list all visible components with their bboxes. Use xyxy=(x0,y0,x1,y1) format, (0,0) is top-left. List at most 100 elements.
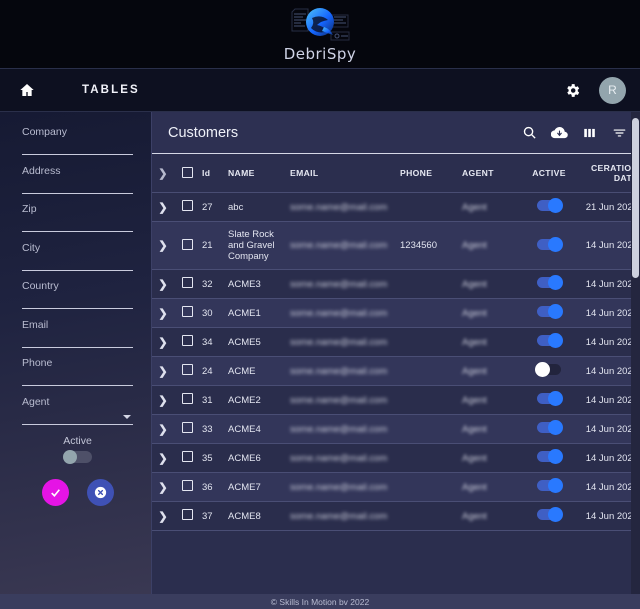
row-checkbox[interactable] xyxy=(174,269,200,299)
row-active-toggle[interactable] xyxy=(537,275,563,290)
chevron-right-icon[interactable]: ❯ xyxy=(158,394,167,407)
row-checkbox[interactable] xyxy=(174,385,200,415)
confirm-button[interactable] xyxy=(41,478,69,506)
row-select-checkbox[interactable] xyxy=(181,480,193,491)
table-row[interactable]: ❯ 31 ACME2 some.name@mail.com Agent 14 Jun 20… xyxy=(152,385,640,415)
row-active-toggle[interactable] xyxy=(537,236,563,252)
cell-active[interactable] xyxy=(524,385,574,415)
cell-active[interactable] xyxy=(524,443,574,473)
row-select-checkbox[interactable] xyxy=(181,364,193,375)
table-scroll-area[interactable]: ❯ Id NAME EMAIL PHONE AGENT ACTIVE CERAT… xyxy=(152,154,640,609)
table-row[interactable]: ❯ 34 ACME5 some.name@mail.com Agent 14 Jun 20… xyxy=(152,327,640,357)
home-icon[interactable] xyxy=(14,77,40,103)
row-checkbox[interactable] xyxy=(174,443,200,473)
agent-select[interactable] xyxy=(22,408,133,425)
vertical-scrollbar[interactable] xyxy=(631,112,640,609)
chevron-right-icon[interactable]: ❯ xyxy=(158,239,167,252)
chevron-right-icon[interactable]: ❯ xyxy=(158,510,167,523)
table-row[interactable]: ❯ 35 ACME6 some.name@mail.com Agent 14 Jun 20… xyxy=(152,443,640,473)
row-active-toggle[interactable] xyxy=(537,449,563,464)
header-name[interactable]: NAME xyxy=(226,154,288,193)
cell-active[interactable] xyxy=(524,221,574,270)
cell-active[interactable] xyxy=(524,414,574,444)
table-row[interactable]: ❯ 32 ACME3 some.name@mail.com Agent 14 Jun 20… xyxy=(152,269,640,299)
email-input[interactable] xyxy=(22,331,133,348)
row-active-toggle[interactable] xyxy=(537,478,563,493)
cell-active[interactable] xyxy=(524,501,574,531)
chevron-right-icon[interactable]: ❯ xyxy=(158,278,167,291)
row-active-toggle[interactable] xyxy=(537,198,563,213)
cell-active[interactable] xyxy=(524,298,574,328)
chevron-right-icon[interactable]: ❯ xyxy=(158,336,167,349)
table-row[interactable]: ❯ 21 Slate Rock and Gravel Company some.nam… xyxy=(152,221,640,270)
chevron-right-icon[interactable]: ❯ xyxy=(158,167,168,180)
cell-active[interactable] xyxy=(524,472,574,502)
row-expand-button[interactable]: ❯ xyxy=(152,192,174,222)
row-select-checkbox[interactable] xyxy=(181,306,193,317)
row-select-checkbox[interactable] xyxy=(181,277,193,288)
row-active-toggle[interactable] xyxy=(537,420,563,435)
active-toggle[interactable] xyxy=(62,449,92,464)
row-expand-button[interactable]: ❯ xyxy=(152,269,174,299)
row-checkbox[interactable] xyxy=(174,192,200,222)
row-expand-button[interactable]: ❯ xyxy=(152,327,174,357)
row-select-checkbox[interactable] xyxy=(181,509,193,520)
table-row[interactable]: ❯ 36 ACME7 some.name@mail.com Agent 14 Jun 20… xyxy=(152,472,640,502)
header-active[interactable]: ACTIVE xyxy=(524,154,574,193)
table-row[interactable]: ❯ 27 abc some.name@mail.com Agent 21 Jun 2022 xyxy=(152,192,640,222)
view-columns-icon[interactable] xyxy=(581,124,598,141)
row-select-checkbox[interactable] xyxy=(181,238,193,250)
chevron-right-icon[interactable]: ❯ xyxy=(158,481,167,494)
header-phone[interactable]: PHONE xyxy=(398,154,460,193)
row-active-toggle[interactable] xyxy=(537,304,563,319)
row-expand-button[interactable]: ❯ xyxy=(152,221,174,270)
row-select-checkbox[interactable] xyxy=(181,200,193,211)
row-checkbox[interactable] xyxy=(174,298,200,328)
cell-active[interactable] xyxy=(524,356,574,386)
header-agent[interactable]: AGENT xyxy=(460,154,524,193)
row-checkbox[interactable] xyxy=(174,501,200,531)
row-active-toggle[interactable] xyxy=(537,391,563,406)
city-input[interactable] xyxy=(22,254,133,271)
table-row[interactable]: ❯ 30 ACME1 some.name@mail.com Agent 14 Jun 20… xyxy=(152,298,640,328)
row-checkbox[interactable] xyxy=(174,414,200,444)
chevron-right-icon[interactable]: ❯ xyxy=(158,365,167,378)
row-expand-button[interactable]: ❯ xyxy=(152,472,174,502)
search-icon[interactable] xyxy=(521,124,538,141)
address-input[interactable] xyxy=(22,177,133,194)
chevron-right-icon[interactable]: ❯ xyxy=(158,201,167,214)
cell-active[interactable] xyxy=(524,269,574,299)
row-select-checkbox[interactable] xyxy=(181,422,193,433)
chevron-right-icon[interactable]: ❯ xyxy=(158,423,167,436)
row-select-checkbox[interactable] xyxy=(181,393,193,404)
zip-input[interactable] xyxy=(22,216,133,232)
cancel-button[interactable] xyxy=(86,478,114,506)
header-email[interactable]: EMAIL xyxy=(288,154,398,193)
chevron-right-icon[interactable]: ❯ xyxy=(158,452,167,465)
table-row[interactable]: ❯ 24 ACME some.name@mail.com Agent 14 Jun 202… xyxy=(152,356,640,386)
country-input[interactable] xyxy=(22,293,133,309)
select-all-checkbox[interactable] xyxy=(181,166,193,178)
row-expand-button[interactable]: ❯ xyxy=(152,443,174,473)
row-active-toggle[interactable] xyxy=(537,507,563,522)
company-input[interactable] xyxy=(22,139,133,155)
cell-active[interactable] xyxy=(524,192,574,222)
table-row[interactable]: ❯ 33 ACME4 some.name@mail.com Agent 14 Jun 20… xyxy=(152,414,640,444)
phone-input[interactable] xyxy=(22,370,133,386)
row-active-toggle[interactable] xyxy=(537,333,563,348)
row-expand-button[interactable]: ❯ xyxy=(152,414,174,444)
row-checkbox[interactable] xyxy=(174,356,200,386)
cell-active[interactable] xyxy=(524,327,574,357)
row-expand-button[interactable]: ❯ xyxy=(152,298,174,328)
filter-icon[interactable] xyxy=(611,124,628,141)
row-checkbox[interactable] xyxy=(174,472,200,502)
gear-icon[interactable] xyxy=(561,79,583,101)
scrollbar-thumb[interactable] xyxy=(632,118,639,278)
chevron-right-icon[interactable]: ❯ xyxy=(158,307,167,320)
row-checkbox[interactable] xyxy=(174,327,200,357)
row-select-checkbox[interactable] xyxy=(181,335,193,346)
row-select-checkbox[interactable] xyxy=(181,451,193,462)
row-active-toggle[interactable] xyxy=(535,362,561,377)
header-id[interactable]: Id xyxy=(200,154,226,193)
row-expand-button[interactable]: ❯ xyxy=(152,501,174,531)
